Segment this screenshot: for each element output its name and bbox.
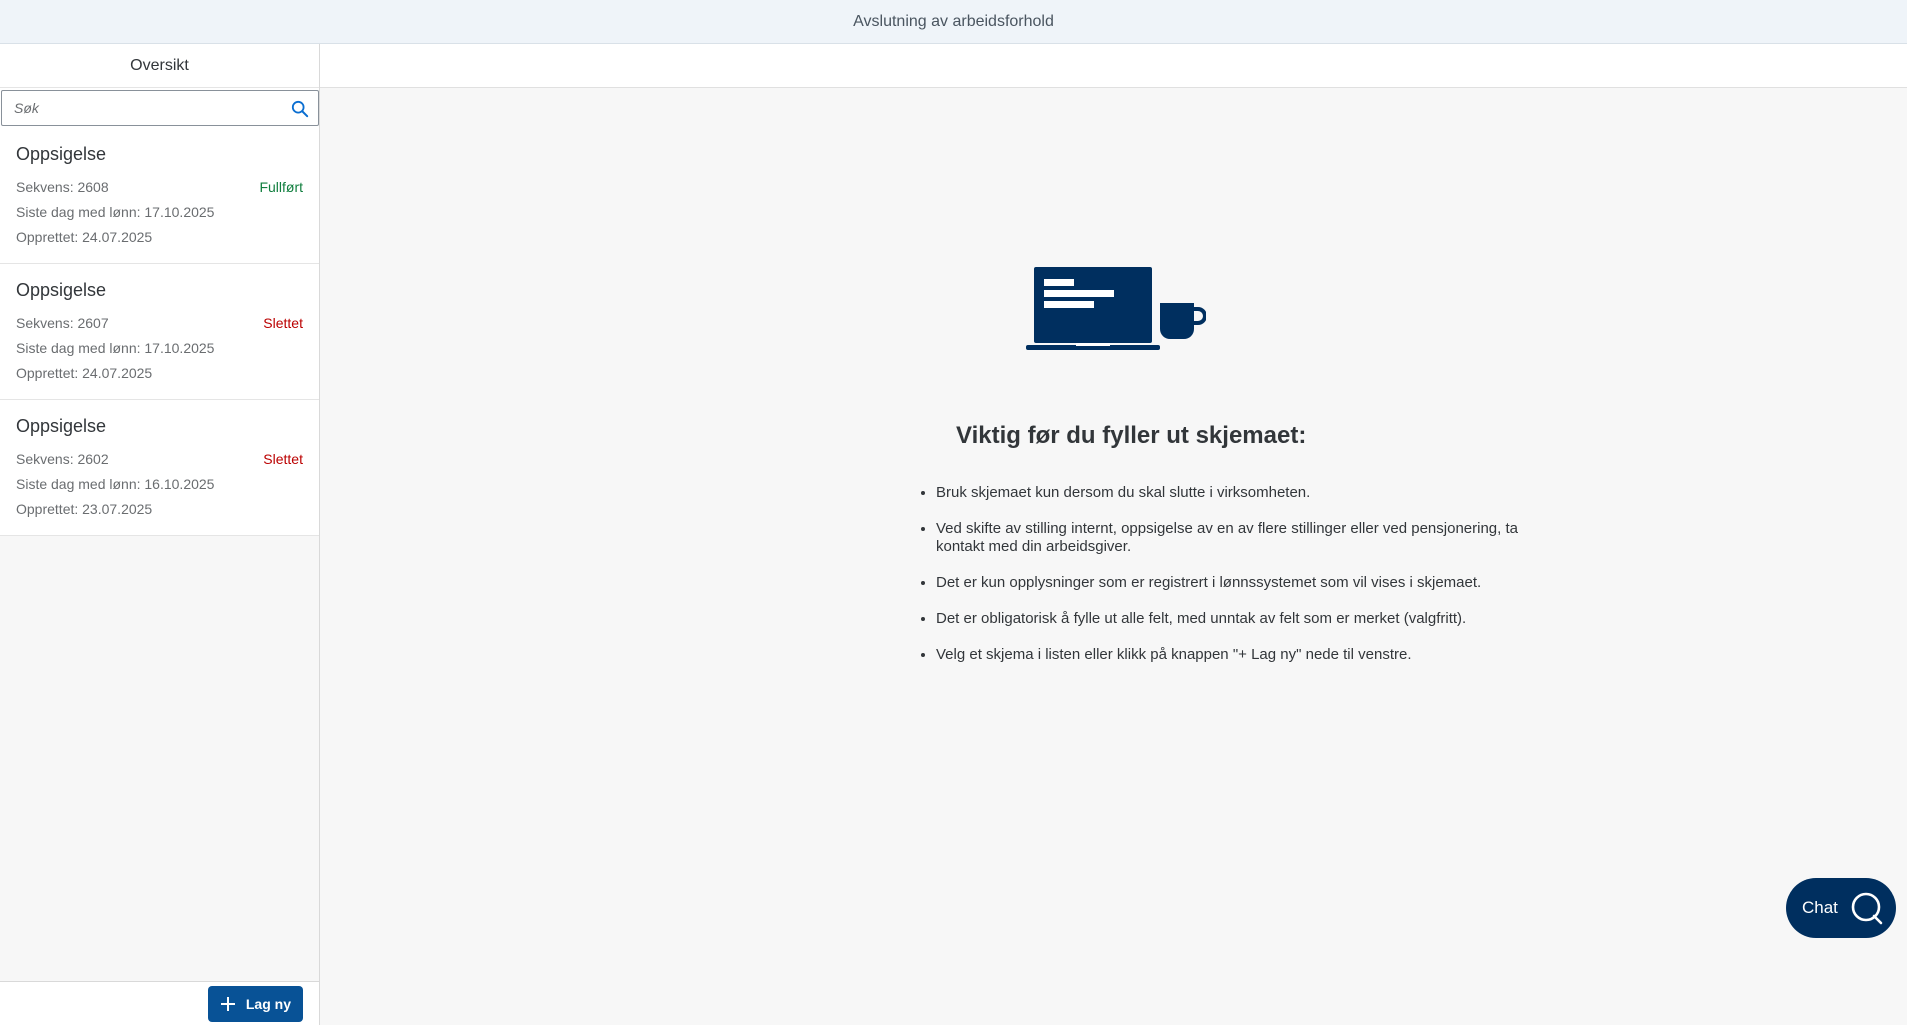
search-icon[interactable]	[291, 100, 309, 118]
list-item: Velg et skjema i listen eller klikk på k…	[936, 646, 1556, 664]
instructions-list: Bruk skjemaet kun dersom du skal slutte …	[916, 484, 1556, 682]
item-created: Opprettet: 24.07.2025	[16, 229, 153, 245]
master-title: Oversikt	[130, 56, 189, 74]
item-last-day: Siste dag med lønn: 17.10.2025	[16, 340, 215, 356]
add-new-button[interactable]: Lag ny	[207, 985, 303, 1022]
item-created: Opprettet: 24.07.2025	[16, 365, 153, 381]
list-item[interactable]: Oppsigelse Sekvens: 2608 Fullført Siste …	[0, 128, 319, 264]
laptop-coffee-icon	[1026, 267, 1206, 350]
intro-title: Viktig før du fyller ut skjemaet:	[956, 422, 1307, 449]
chat-bubble-icon	[1851, 892, 1883, 925]
item-sequence: Sekvens: 2607	[16, 315, 109, 331]
list-item: Ved skifte av stilling internt, oppsigel…	[936, 520, 1556, 556]
detail-header	[320, 44, 1907, 88]
master-panel: Oversikt Oppsigelse Sekvens: 2608 Fullfø…	[0, 44, 320, 1025]
item-last-day: Siste dag med lønn: 17.10.2025	[16, 204, 215, 220]
list-item[interactable]: Oppsigelse Sekvens: 2602 Slettet Siste d…	[0, 400, 319, 536]
search-input[interactable]	[1, 90, 319, 126]
search-bar	[0, 88, 319, 128]
add-new-label: Lag ny	[245, 995, 291, 1012]
chat-label: Chat	[1802, 898, 1838, 917]
list-item[interactable]: Oppsigelse Sekvens: 2607 Slettet Siste d…	[0, 264, 319, 400]
item-sequence: Sekvens: 2608	[16, 179, 109, 195]
app-header: Avslutning av arbeidsforhold	[0, 0, 1907, 44]
list-item: Det er kun opplysninger som er registrer…	[936, 574, 1556, 592]
item-last-day: Siste dag med lønn: 16.10.2025	[16, 476, 215, 492]
item-title: Oppsigelse	[16, 280, 107, 300]
master-header: Oversikt	[0, 44, 319, 88]
item-title: Oppsigelse	[16, 416, 107, 436]
request-list: Oppsigelse Sekvens: 2608 Fullført Siste …	[0, 128, 319, 536]
item-sequence: Sekvens: 2602	[16, 451, 109, 467]
list-item: Bruk skjemaet kun dersom du skal slutte …	[936, 484, 1556, 502]
chat-button[interactable]: Chat	[1786, 878, 1896, 938]
item-created: Opprettet: 23.07.2025	[16, 501, 153, 517]
app-title: Avslutning av arbeidsforhold	[853, 12, 1054, 30]
status-badge: Slettet	[263, 451, 303, 467]
plus-icon	[220, 996, 235, 1011]
item-title: Oppsigelse	[16, 144, 107, 164]
list-item: Det er obligatorisk å fylle ut alle felt…	[936, 610, 1556, 628]
status-badge: Fullført	[259, 179, 303, 195]
master-footer: Lag ny	[0, 981, 319, 1025]
status-badge: Slettet	[263, 315, 303, 331]
detail-panel: Viktig før du fyller ut skjemaet: Bruk s…	[320, 44, 1907, 1025]
